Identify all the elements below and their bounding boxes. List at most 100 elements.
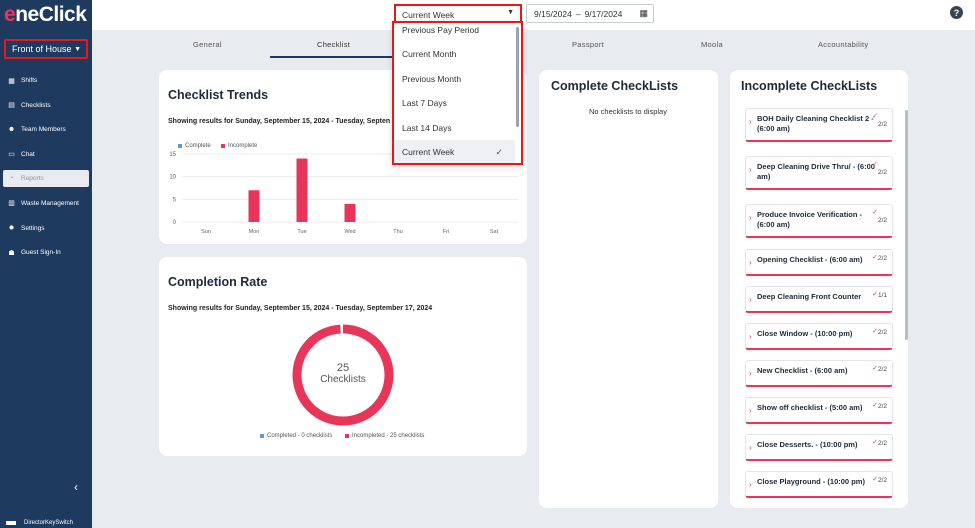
checklist-name: Produce Invoice Verification - (6:00 am)	[757, 210, 863, 229]
period-option-label: Previous Pay Period	[402, 25, 480, 35]
period-option-label: Current Month	[402, 49, 457, 60]
incomplete-list-scrollbar[interactable]	[905, 110, 908, 340]
check-icon: ✓	[872, 209, 878, 216]
period-option-label: Last 14 Days	[402, 122, 452, 133]
chevron-right-icon: ›	[749, 258, 752, 267]
incomplete-checklist-item[interactable]: › Close Window - (10:00 pm) ✓ 2/2	[745, 323, 893, 350]
y-tick-label: 10	[169, 175, 176, 181]
incomplete-checklist-item[interactable]: › Produce Invoice Verification - (6:00 am…	[745, 204, 893, 238]
y-tick-label: 0	[173, 220, 177, 226]
complete-checklists-empty: No checklists to display	[589, 107, 667, 116]
x-tick-label: Mon	[249, 229, 260, 235]
guest-icon: ☗	[8, 249, 15, 257]
chevron-right-icon: ›	[749, 295, 752, 304]
chevron-right-icon: ›	[749, 480, 752, 489]
sidebar-item-settings[interactable]: ✹ Settings	[3, 220, 89, 237]
sidebar-item-label: Waste Management	[21, 199, 79, 207]
incomplete-checklist-item[interactable]: › New Checklist - (6:00 am) ✓ 2/2	[745, 360, 893, 387]
sidebar-item-reports[interactable]: ◔ Reports	[3, 170, 89, 188]
completion-rate-title: Completion Rate	[168, 275, 268, 289]
incomplete-checklists-list: › BOH Daily Cleaning Checklist 2 - (6:00 …	[745, 108, 897, 508]
bar-incomplete-mon[interactable]	[248, 190, 260, 222]
period-option[interactable]: Last 7 Days	[394, 91, 515, 115]
checklist-count: 2/2	[877, 366, 887, 373]
legend-incompleted-swatch	[345, 434, 349, 438]
location-selector[interactable]: Front of House ▼	[4, 39, 88, 59]
sidebar-item-waste-management[interactable]: ▥ Waste Management	[3, 195, 89, 212]
date-range-picker[interactable]: 9/15/2024 – 9/17/2024 ▦	[526, 4, 654, 23]
chevron-right-icon: ›	[749, 406, 752, 415]
logo-e: e	[4, 3, 16, 26]
sidebar-item-team-members[interactable]: ☻ Team Members	[3, 121, 89, 138]
period-option[interactable]: Current Month	[394, 42, 515, 66]
incomplete-checklist-item[interactable]: › BOH Daily Cleaning Checklist 2 - (6:00 …	[745, 108, 893, 142]
chevron-right-icon: ›	[749, 332, 752, 341]
checklist-name: Show off checklist - (5:00 am)	[757, 403, 863, 412]
location-label: Front of House	[12, 44, 72, 54]
report-tabs: General Checklist Passport Moola Account…	[160, 36, 928, 58]
donut-center-number: 25	[337, 362, 349, 374]
completion-donut: 25 Checklists	[292, 324, 394, 426]
checklist-count: 2/2	[877, 255, 887, 262]
sidebar-item-guest-sign-in[interactable]: ☗ Guest Sign-In	[3, 244, 89, 261]
complete-checklists-card	[539, 70, 718, 508]
incomplete-checklist-item[interactable]: › Opening Checklist - (6:00 am) ✓ 2/2	[745, 249, 893, 276]
legend-completed[interactable]: Completed - 0 checklists	[260, 433, 332, 439]
current-user[interactable]: DirectorKeySwitch	[6, 520, 73, 526]
period-option-label: Previous Month	[402, 73, 462, 84]
incomplete-checklist-item[interactable]: › Close Desserts. - (10:00 pm) ✓ 2/2	[745, 434, 893, 461]
sidebar-nav: ▦ Shifts ▤ Checklists ☻ Team Members ▭ Chat ◔ Rep…	[3, 72, 89, 269]
sidebar-item-label: Checklists	[21, 101, 51, 109]
selected-check-icon: ✓	[495, 146, 503, 157]
checklist-name: Opening Checklist - (6:00 am)	[757, 255, 863, 264]
checklist-trends-subtitle: Showing results for Sunday, September 15…	[168, 118, 391, 125]
x-tick-label: Fri	[443, 229, 449, 235]
incomplete-checklist-item[interactable]: › Deep Cleaning Front Counter ✓ 1/1	[745, 286, 893, 313]
check-icon: ✓	[872, 161, 878, 168]
period-option[interactable]: Previous Pay Period	[394, 23, 515, 42]
date-end: 9/17/2024	[584, 8, 623, 19]
legend-completed-swatch	[260, 434, 264, 438]
checklist-name: Deep Cleaning Front Counter	[757, 292, 862, 301]
checklist-count: 2/2	[877, 217, 887, 224]
incomplete-checklists-title: Incomplete CheckLists	[741, 79, 878, 93]
gear-icon: ✹	[8, 225, 15, 233]
legend-completed-label: Completed - 0 checklists	[267, 433, 333, 439]
chevron-down-icon: ▼	[507, 9, 514, 16]
incomplete-checklist-item[interactable]: › Show off checklist - (5:00 am) ✓ 2/2	[745, 397, 893, 424]
tab-general[interactable]: General	[193, 40, 222, 49]
x-tick-label: Sun	[201, 229, 211, 235]
dropdown-scrollbar[interactable]	[516, 27, 519, 127]
tab-passport[interactable]: Passport	[572, 40, 604, 49]
date-separator: –	[575, 8, 581, 19]
bar-incomplete-wed[interactable]	[344, 203, 356, 222]
tab-accountability[interactable]: Accountability	[818, 40, 868, 49]
sidebar-item-chat[interactable]: ▭ Chat	[3, 146, 89, 163]
collapse-sidebar-icon[interactable]: ‹	[74, 480, 78, 494]
checklist-count: 2/2	[877, 329, 887, 336]
complete-checklists-title: Complete CheckLists	[551, 79, 679, 93]
calendar-icon[interactable]: ▦	[639, 8, 648, 19]
chevron-down-icon: ▼	[74, 45, 81, 53]
period-option[interactable]: Previous Month	[394, 67, 515, 91]
period-option[interactable]: Last 14 Days	[394, 116, 515, 140]
help-icon[interactable]: ?	[950, 6, 963, 19]
oneclick-logo[interactable]: eneClick	[4, 3, 87, 27]
period-option[interactable]: Current Week ✓	[394, 140, 515, 163]
x-tick-label: Tue	[297, 229, 306, 235]
period-select-value: Current Week	[402, 9, 455, 20]
checklist-name: Close Desserts. - (10:00 pm)	[757, 440, 858, 449]
sidebar-item-checklists[interactable]: ▤ Checklists	[3, 97, 89, 114]
tab-moola[interactable]: Moola	[701, 40, 723, 49]
chevron-right-icon: ›	[749, 213, 752, 222]
donut-center-label: Checklists	[320, 374, 366, 385]
legend-incompleted[interactable]: Incompleted - 25 checklists	[345, 433, 424, 439]
clipboard-icon: ▤	[8, 102, 15, 110]
incomplete-checklist-item[interactable]: › Close Playground - (10:00 pm) ✓ 2/2	[745, 471, 893, 498]
incomplete-checklist-item[interactable]: › Deep Cleaning Drive Thru/ - (6:00 am) ✓ 2…	[745, 156, 893, 190]
checklist-count: 1/1	[877, 292, 887, 299]
sidebar-item-shifts[interactable]: ▦ Shifts	[3, 72, 89, 89]
bar-incomplete-tue[interactable]	[296, 158, 308, 222]
tab-checklist[interactable]: Checklist	[317, 40, 350, 49]
checklist-count: 2/2	[877, 121, 887, 128]
